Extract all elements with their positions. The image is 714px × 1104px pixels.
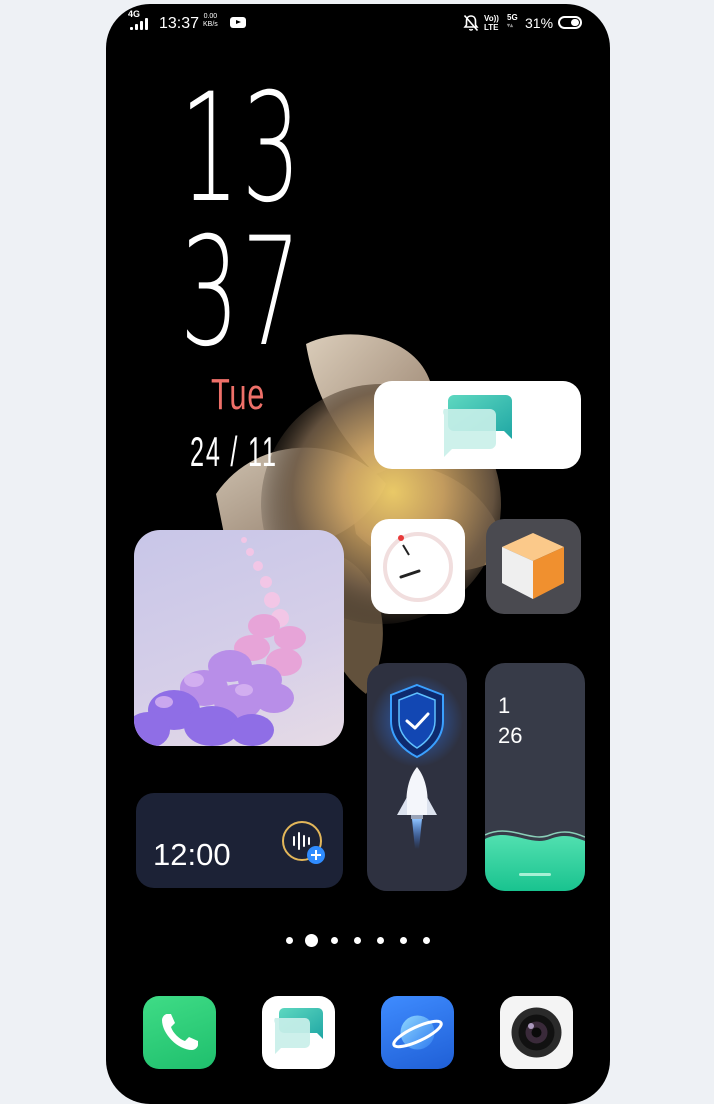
battery-percent: 31% <box>525 15 554 31</box>
browser-app-icon[interactable] <box>381 996 454 1069</box>
page-dot[interactable] <box>400 937 407 944</box>
phone-screen: 4G 13:37 0.00 KB/s Vo)) LTE 5G ▾▴ 31% 13… <box>106 4 610 1104</box>
security-boost-widget[interactable] <box>367 663 467 891</box>
steps-line1: 1 <box>498 693 511 718</box>
alarm-widget[interactable]: 12:00 <box>136 793 343 888</box>
speed-unit: KB/s <box>203 21 218 28</box>
chat-bubbles-icon <box>274 1008 323 1054</box>
youtube-icon <box>230 17 246 28</box>
camera-app-icon[interactable] <box>500 996 573 1069</box>
signal-icon <box>130 18 150 30</box>
photo-widget[interactable] <box>134 530 344 746</box>
five-g-label: 5G <box>507 13 518 22</box>
rocket-icon <box>397 767 437 849</box>
cube-app-icon[interactable] <box>486 519 581 614</box>
box-icon <box>502 533 564 599</box>
phone-handset-icon <box>162 1014 198 1050</box>
page-dot-active[interactable] <box>305 934 318 947</box>
day-of-week: Tue <box>211 370 266 419</box>
shield-check-icon <box>371 675 463 767</box>
page-dot[interactable] <box>331 937 338 944</box>
messages-app-icon[interactable] <box>262 996 335 1069</box>
clock-hour: 13 <box>180 62 304 236</box>
network-speed: 0.00 KB/s <box>203 13 218 29</box>
steps-widget[interactable]: 1 26 <box>485 663 585 891</box>
page-dot[interactable] <box>286 937 293 944</box>
voice-wave-add-icon <box>282 821 325 864</box>
page-dot[interactable] <box>377 937 384 944</box>
clock-minute: 37 <box>180 206 304 380</box>
status-time: 13:37 <box>159 15 200 32</box>
alarm-time: 12:00 <box>153 837 231 872</box>
volte-indicator: Vo)) LTE <box>484 14 499 32</box>
mute-bell-icon <box>463 14 479 32</box>
page-dot[interactable] <box>423 937 430 944</box>
chat-bubbles-icon <box>443 395 512 457</box>
clock-face-icon <box>383 532 453 602</box>
planet-icon <box>392 1015 443 1050</box>
steps-line2: 26 <box>498 723 523 748</box>
flower-photo <box>134 537 306 746</box>
volte-bottom: LTE <box>484 23 499 32</box>
battery-icon <box>558 16 582 29</box>
five-g-indicator: 5G ▾▴ <box>507 13 518 29</box>
wave-graphic <box>485 830 585 891</box>
date-label: 24 / 11 <box>190 428 278 475</box>
clock-app-icon[interactable] <box>371 519 465 614</box>
page-indicator[interactable] <box>106 933 610 947</box>
page-dot[interactable] <box>354 937 361 944</box>
phone-app-icon[interactable] <box>143 996 216 1069</box>
camera-lens-icon <box>511 1007 562 1058</box>
volte-top: Vo)) <box>484 14 499 23</box>
messages-widget[interactable] <box>374 381 581 469</box>
speed-value: 0.00 <box>203 13 218 20</box>
status-bar: 4G 13:37 0.00 KB/s Vo)) LTE 5G ▾▴ 31% <box>106 4 610 44</box>
